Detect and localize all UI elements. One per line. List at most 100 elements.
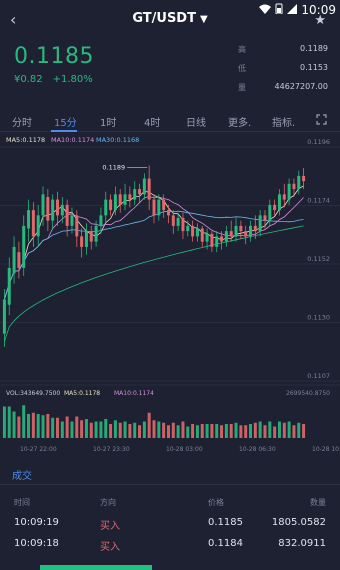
volume-bar — [104, 419, 108, 438]
volume-bar — [51, 417, 55, 438]
volume-bar — [258, 421, 262, 438]
volume-bar — [99, 421, 103, 438]
candle — [147, 178, 151, 200]
volume-bar — [191, 424, 195, 438]
candle — [7, 267, 11, 305]
stat-value: 0.1153 — [300, 63, 328, 72]
volume-bar — [152, 420, 156, 438]
candle — [94, 225, 98, 242]
trade-side: 买入 — [100, 542, 120, 553]
volume-bar — [205, 424, 209, 438]
trade-price: 0.1184 — [208, 538, 243, 549]
volume-bar — [22, 405, 26, 438]
candle — [55, 199, 59, 216]
candle — [109, 199, 113, 211]
candle — [51, 199, 55, 221]
candle — [31, 210, 35, 237]
stat-label: 低 — [238, 64, 246, 73]
candle — [292, 183, 296, 190]
stat-high: 高 0.1189 — [238, 44, 328, 63]
volume-bar — [181, 421, 185, 438]
y-tick-label: 0.1130 — [307, 314, 330, 322]
candle — [302, 175, 306, 182]
candle — [273, 204, 277, 211]
volume-bar — [253, 422, 257, 438]
candle — [142, 178, 146, 195]
volume-bar — [138, 425, 142, 438]
volume-bar — [118, 422, 122, 438]
volume-bar — [162, 422, 166, 438]
candle — [171, 215, 175, 226]
candle — [75, 215, 79, 237]
change-percent: +1.80% — [52, 74, 93, 85]
volume-bar — [268, 421, 272, 438]
candle — [2, 299, 6, 334]
volume-bar — [147, 412, 151, 438]
candlestick-chart[interactable]: 0.1196 0.1174 0.1152 0.1130 0.1107 MA5:0.1178… — [0, 133, 340, 455]
volume-bar — [75, 416, 79, 438]
volume-bar — [210, 424, 214, 438]
volume-bar — [166, 425, 170, 438]
volume-bar — [36, 414, 40, 438]
candle — [297, 175, 301, 190]
tab-15min[interactable]: 15分 — [54, 114, 77, 129]
candle — [123, 194, 127, 205]
volume-bar — [249, 424, 253, 438]
candle — [138, 189, 142, 195]
price-stats: 高 0.1189 低 0.1153 量 44627207.00 — [238, 44, 328, 101]
candle — [118, 194, 122, 205]
candle — [287, 183, 291, 200]
tab-daily[interactable]: 日线 — [186, 114, 206, 129]
volume-bar — [200, 424, 204, 438]
volume-bar — [89, 422, 93, 438]
volume-bar — [133, 422, 137, 438]
tab-1h[interactable]: 1时 — [100, 114, 116, 129]
candle — [60, 204, 64, 216]
volume-bar — [157, 421, 161, 438]
candle — [224, 231, 228, 242]
tab-4h[interactable]: 4时 — [144, 114, 160, 129]
volume-bar — [292, 425, 296, 438]
y-tick-label: 0.1107 — [307, 372, 330, 380]
candle — [133, 189, 137, 200]
stat-label: 量 — [238, 83, 246, 92]
volume-bar — [220, 425, 224, 438]
y-tick-label: 0.1152 — [307, 255, 330, 263]
interval-tabs: 分时 15分 1时 4时 日线 更多. 指标. — [0, 110, 340, 132]
star-icon[interactable]: ★ — [314, 13, 326, 28]
volume-bar — [195, 425, 199, 438]
volume-bar — [113, 420, 117, 438]
home-indicator — [40, 565, 152, 570]
x-tick-label: 10-28 06:30 — [239, 446, 276, 453]
candle — [104, 199, 108, 216]
volume-bar — [277, 421, 281, 438]
stat-value: 44627207.00 — [274, 82, 328, 91]
volume-bar — [27, 414, 31, 438]
y-tick-label: 0.1196 — [307, 138, 330, 146]
price-summary: 0.1185 ¥0.82 +1.80% — [14, 44, 94, 85]
volume-legend: VOL:343649.7500 — [6, 390, 60, 397]
volume-bar — [302, 424, 306, 438]
x-tick-label: 10-27 23:30 — [93, 446, 130, 453]
ma-legend: MA10:0.1174 — [51, 136, 94, 144]
candle — [89, 231, 93, 242]
x-tick-label: 10-28 10:00 — [312, 446, 340, 453]
fullscreen-icon[interactable] — [316, 114, 327, 128]
ma-legend: MA30:0.1168 — [96, 136, 139, 144]
candle — [157, 199, 161, 216]
candle — [200, 228, 204, 242]
stat-label: 高 — [238, 45, 246, 54]
volume-bar — [224, 424, 228, 438]
pair-selector[interactable]: GT/USDT ▼ — [0, 11, 340, 26]
candle — [181, 217, 185, 232]
candle — [12, 246, 16, 274]
tab-timeshare[interactable]: 分时 — [12, 114, 32, 129]
tab-indicators[interactable]: 指标. — [272, 114, 295, 129]
ma-legend: MA5:0.1178 — [6, 136, 45, 144]
x-tick-label: 10-27 22:00 — [20, 446, 57, 453]
volume-bar — [7, 406, 11, 438]
stat-low: 低 0.1153 — [238, 63, 328, 82]
trade-price: 0.1185 — [208, 517, 243, 528]
tab-more[interactable]: 更多. — [228, 114, 251, 129]
candle — [234, 225, 238, 237]
